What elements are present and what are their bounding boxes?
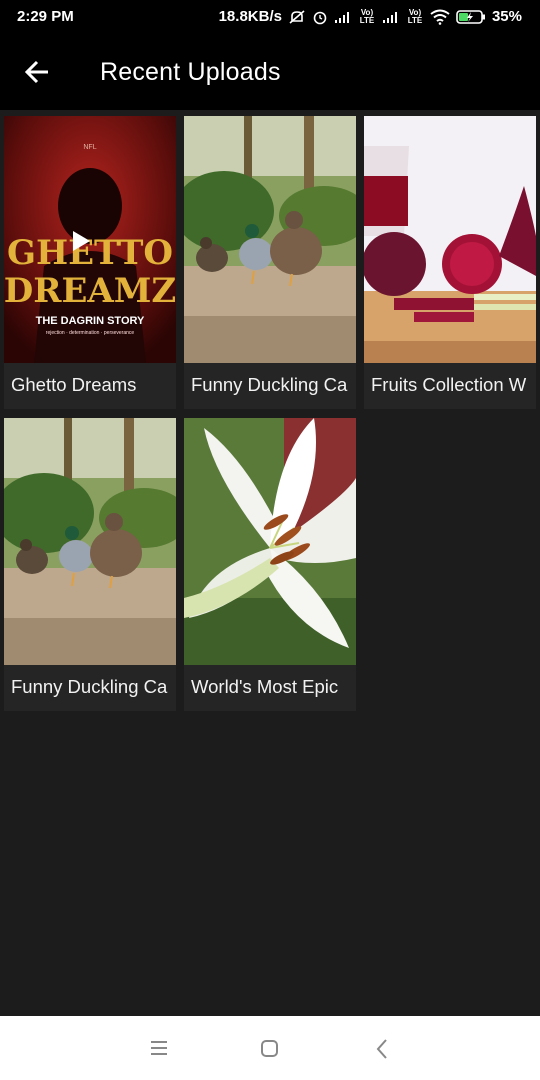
video-title: Ghetto Dreams xyxy=(11,374,137,395)
menu-icon xyxy=(151,1041,167,1055)
status-bar: 2:29 PM 18.8KB/s Vo) LTE Vo) LTE 35% xyxy=(0,0,540,34)
thumb-title-line2: DREAMZ xyxy=(4,271,176,311)
arrow-left-icon xyxy=(24,60,48,84)
home-button[interactable] xyxy=(254,1036,284,1062)
battery-percent: 35% xyxy=(491,8,522,25)
video-title: Fruits Collection W xyxy=(371,374,527,395)
video-title: Funny Duckling Ca xyxy=(191,374,348,395)
thumb-subtitle: THE DAGRIN STORY xyxy=(36,315,145,327)
signal-icon-2 xyxy=(382,11,397,23)
recents-button[interactable] xyxy=(144,1036,174,1062)
lte-badge-2: Vo) LTE xyxy=(407,7,423,25)
system-nav-bar xyxy=(0,1016,540,1080)
video-card[interactable]: Fruits Collection W xyxy=(364,116,536,409)
video-title: Funny Duckling Ca xyxy=(11,676,168,697)
video-thumbnail xyxy=(184,418,356,665)
home-square-icon xyxy=(261,1040,278,1057)
page-title: Recent Uploads xyxy=(100,58,281,86)
status-time: 2:29 PM xyxy=(17,8,74,25)
video-card[interactable]: World's Most Epic xyxy=(184,418,356,711)
app-bar: Recent Uploads xyxy=(0,34,540,110)
wifi-icon xyxy=(430,9,450,25)
thumb-badge-text: NFL xyxy=(83,144,96,151)
thumb-title-line1: GHETTO xyxy=(7,233,173,273)
back-button[interactable] xyxy=(20,56,56,88)
signal-icon-1 xyxy=(334,11,349,23)
alarm-icon xyxy=(313,11,327,24)
video-title: World's Most Epic xyxy=(191,676,339,697)
network-speed: 18.8KB/s xyxy=(218,8,282,25)
video-card[interactable]: Funny Duckling Ca xyxy=(184,116,356,409)
video-card[interactable]: NFL GHETTO DREAMZ THE DAGRIN STORY rejec… xyxy=(4,116,176,409)
lte-badge-1: Vo) LTE xyxy=(359,7,375,25)
back-chevron-icon xyxy=(376,1039,387,1059)
video-thumbnail xyxy=(364,116,536,363)
thumb-tagline: rejection · determination · perseverance xyxy=(46,330,135,336)
video-thumbnail xyxy=(184,116,356,363)
mute-icon xyxy=(289,9,305,24)
video-thumbnail xyxy=(4,418,176,665)
video-thumbnail: NFL GHETTO DREAMZ THE DAGRIN STORY rejec… xyxy=(4,116,176,363)
nav-back-button[interactable] xyxy=(368,1036,398,1062)
status-icons: 18.8KB/s Vo) LTE Vo) LTE 35% xyxy=(219,8,522,25)
video-card[interactable]: Funny Duckling Ca xyxy=(4,418,176,711)
battery-icon xyxy=(456,9,485,24)
